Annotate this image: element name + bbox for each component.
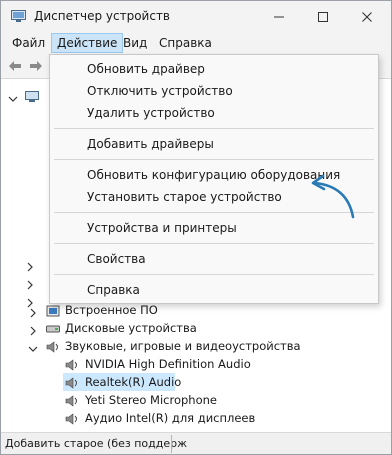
chevron-down-icon[interactable]	[8, 91, 18, 102]
chevron-right-icon[interactable]	[25, 277, 35, 290]
menu-bar: Файл Действие Вид Справка	[1, 33, 391, 53]
menu-separator	[54, 128, 374, 129]
device-manager-window: Диспетчер устройств Файл Действие Вид Сп…	[0, 0, 392, 455]
pointer-arrow-annotation	[311, 174, 355, 219]
speaker-icon	[65, 376, 79, 389]
menu-item-add-drivers[interactable]: Добавить драйверы	[87, 134, 214, 154]
chevron-right-icon[interactable]	[25, 259, 35, 272]
close-button[interactable]	[345, 1, 389, 33]
speaker-icon	[46, 340, 60, 353]
menu-action[interactable]: Действие	[51, 33, 124, 53]
chevron-down-icon[interactable]	[28, 341, 38, 352]
tree-item-label: Realtek(R) Audio	[85, 375, 182, 389]
menu-item-properties[interactable]: Свойства	[87, 249, 146, 269]
chevron-right-icon[interactable]	[28, 305, 38, 318]
speaker-icon	[65, 394, 79, 407]
device-manager-icon	[11, 10, 26, 23]
maximize-button[interactable]	[301, 1, 345, 33]
menu-item-add-legacy-hardware[interactable]: Установить старое устройство	[87, 187, 282, 207]
forward-arrow-icon[interactable]	[28, 58, 44, 74]
menu-item-disable-device[interactable]: Отключить устройство	[87, 81, 233, 101]
menu-separator	[54, 274, 374, 275]
menu-separator	[54, 243, 374, 244]
tree-item-sound-device[interactable]: Аудио Intel(R) для дисплеев	[1, 409, 391, 427]
speaker-icon	[65, 358, 79, 371]
computer-icon	[25, 90, 39, 102]
tree-item-label: Yeti Stereo Microphone	[85, 393, 217, 407]
minimize-button[interactable]	[257, 1, 301, 33]
menu-item-devices-and-printers[interactable]: Устройства и принтеры	[87, 218, 237, 238]
menu-separator	[54, 159, 374, 160]
title-bar: Диспетчер устройств	[1, 1, 391, 33]
firmware-icon	[46, 304, 60, 317]
menu-view[interactable]: Вид	[118, 33, 152, 53]
status-text: Добавить старое (без поддерж	[5, 437, 188, 450]
status-bar: Добавить старое (без поддерж	[1, 432, 391, 454]
tree-item-disks[interactable]: Дисковые устройства	[1, 319, 391, 337]
menu-item-update-driver[interactable]: Обновить драйвер	[87, 59, 205, 79]
window-title: Диспетчер устройств	[34, 9, 171, 23]
tree-item-label: Дисковые устройства	[65, 321, 197, 335]
tree-item-label: Звуковые, игровые и видеоустройства	[65, 339, 301, 353]
tree-item-label: Аудио Intel(R) для дисплеев	[85, 411, 256, 425]
tree-item-sound-device[interactable]: NVIDIA High Definition Audio	[1, 355, 391, 373]
menu-help[interactable]: Справка	[154, 33, 217, 53]
tree-item-sound-device[interactable]: Yeti Stereo Microphone	[1, 391, 391, 409]
status-divider	[171, 435, 172, 453]
chevron-right-icon[interactable]	[28, 323, 38, 336]
menu-file[interactable]: Файл	[7, 33, 50, 53]
tree-item-label: NVIDIA High Definition Audio	[85, 357, 251, 371]
menu-item-uninstall-device[interactable]: Удалить устройство	[87, 103, 215, 123]
menu-item-help[interactable]: Справка	[87, 280, 140, 300]
disk-drive-icon	[46, 322, 60, 334]
tree-item-sound[interactable]: Звуковые, игровые и видеоустройства	[1, 337, 391, 355]
back-arrow-icon[interactable]	[7, 58, 23, 74]
speaker-icon	[65, 412, 79, 425]
tree-item-sound-device-selected[interactable]: Realtek(R) Audio	[63, 373, 181, 391]
